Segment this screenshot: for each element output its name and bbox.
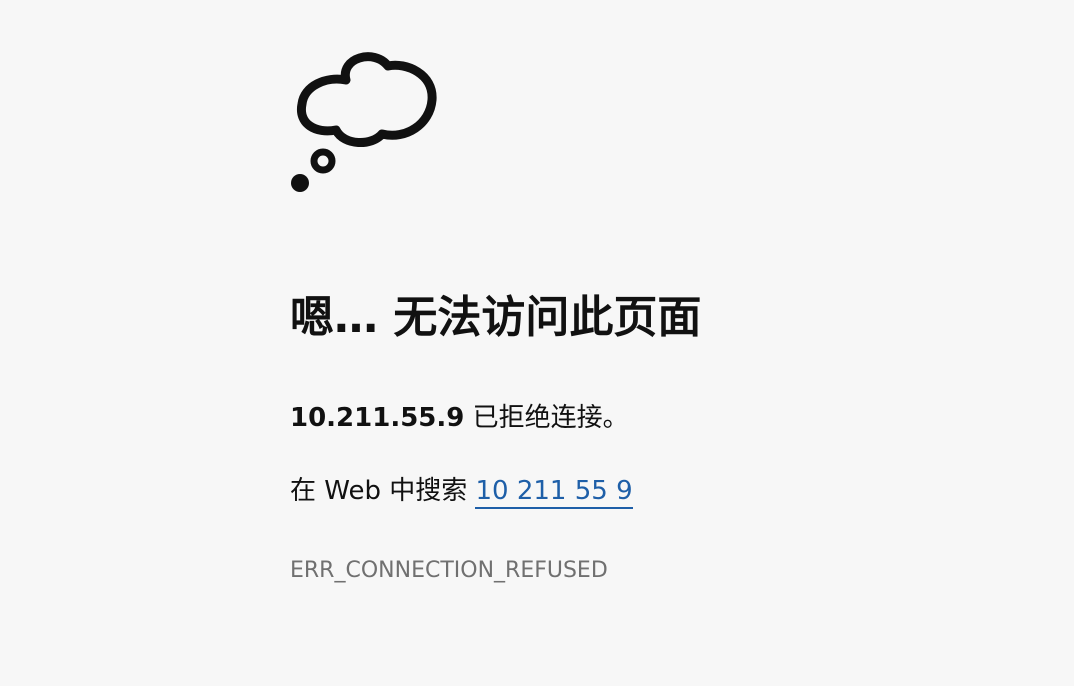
error-host: 10.211.55.9	[290, 403, 465, 433]
error-code: ERR_CONNECTION_REFUSED	[290, 558, 608, 583]
error-detail: 10.211.55.9 已拒绝连接。	[290, 400, 629, 436]
web-search-line: 在 Web 中搜索 10 211 55 9	[290, 472, 633, 510]
page-title: 嗯… 无法访问此页面	[290, 292, 702, 343]
error-message: 已拒绝连接。	[472, 403, 629, 433]
search-prefix: 在 Web 中搜索	[290, 476, 468, 506]
error-page: 嗯… 无法访问此页面 10.211.55.9 已拒绝连接。 在 Web 中搜索 …	[0, 0, 1074, 686]
web-search-link[interactable]: 10 211 55 9	[475, 476, 633, 509]
thought-bubble-icon	[291, 52, 437, 192]
